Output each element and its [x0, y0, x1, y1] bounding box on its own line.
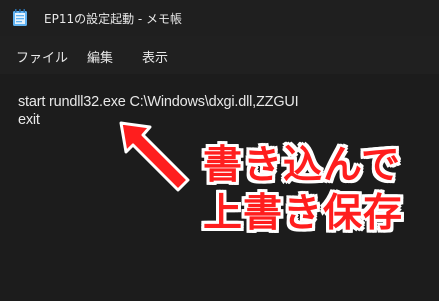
window-title: EP11の設定起動 - メモ帳 [44, 12, 183, 26]
editor-line: start rundll32.exe C:\Windows\dxgi.dll,Z… [18, 94, 299, 110]
menu-view[interactable]: 表示 [140, 47, 170, 66]
title-bar: EP11の設定起動 - メモ帳 [0, 0, 439, 36]
annotation-line-2: 上書き保存 [203, 191, 404, 236]
annotation-line-1: 書き込んで [203, 143, 402, 188]
editor-line: exit [18, 112, 40, 128]
notepad-icon [13, 9, 27, 26]
menu-file[interactable]: ファイル [14, 47, 70, 66]
menu-edit[interactable]: 編集 [85, 47, 115, 66]
menu-bar: ファイル 編集 表示 [0, 36, 439, 74]
